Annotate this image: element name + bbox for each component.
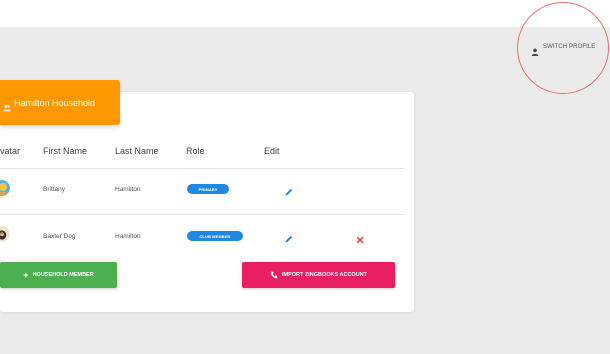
close-icon[interactable] <box>355 232 365 244</box>
household-title: Hamilton Household <box>14 97 96 108</box>
pencil-icon[interactable] <box>284 231 294 243</box>
table-divider <box>0 168 404 169</box>
phone-icon <box>270 271 278 279</box>
role-badge: CLUB MEMBER <box>187 231 243 241</box>
table-divider <box>0 214 404 215</box>
pencil-icon[interactable] <box>284 184 294 196</box>
top-bar <box>0 0 610 27</box>
import-zingbooks-account-button[interactable]: IMPORT ZINGBOOKS ACCOUNT <box>242 262 395 288</box>
last-name-cell: Hamilton <box>115 186 141 193</box>
column-header-last-name: Last Name <box>115 146 159 156</box>
column-header-first-name: First Name <box>43 146 88 156</box>
first-name-cell: Brittany <box>43 186 66 193</box>
household-card-header: Hamilton Household <box>0 80 120 125</box>
role-badge: PRIMARY <box>187 184 229 194</box>
add-household-member-button[interactable]: + HOUSEHOLD MEMBER <box>0 262 117 288</box>
column-header-avatar: vatar <box>0 146 21 156</box>
last-name-cell: Hamilton <box>115 233 141 240</box>
group-icon <box>3 99 11 111</box>
add-household-member-label: HOUSEHOLD MEMBER <box>32 272 94 278</box>
highlight-circle <box>517 2 609 94</box>
plus-icon: + <box>23 270 29 280</box>
first-name-cell: Baxter Dog <box>43 233 76 240</box>
column-header-edit: Edit <box>264 146 280 156</box>
column-header-role: Role <box>186 146 205 156</box>
import-zingbooks-account-label: IMPORT ZINGBOOKS ACCOUNT <box>281 272 368 278</box>
